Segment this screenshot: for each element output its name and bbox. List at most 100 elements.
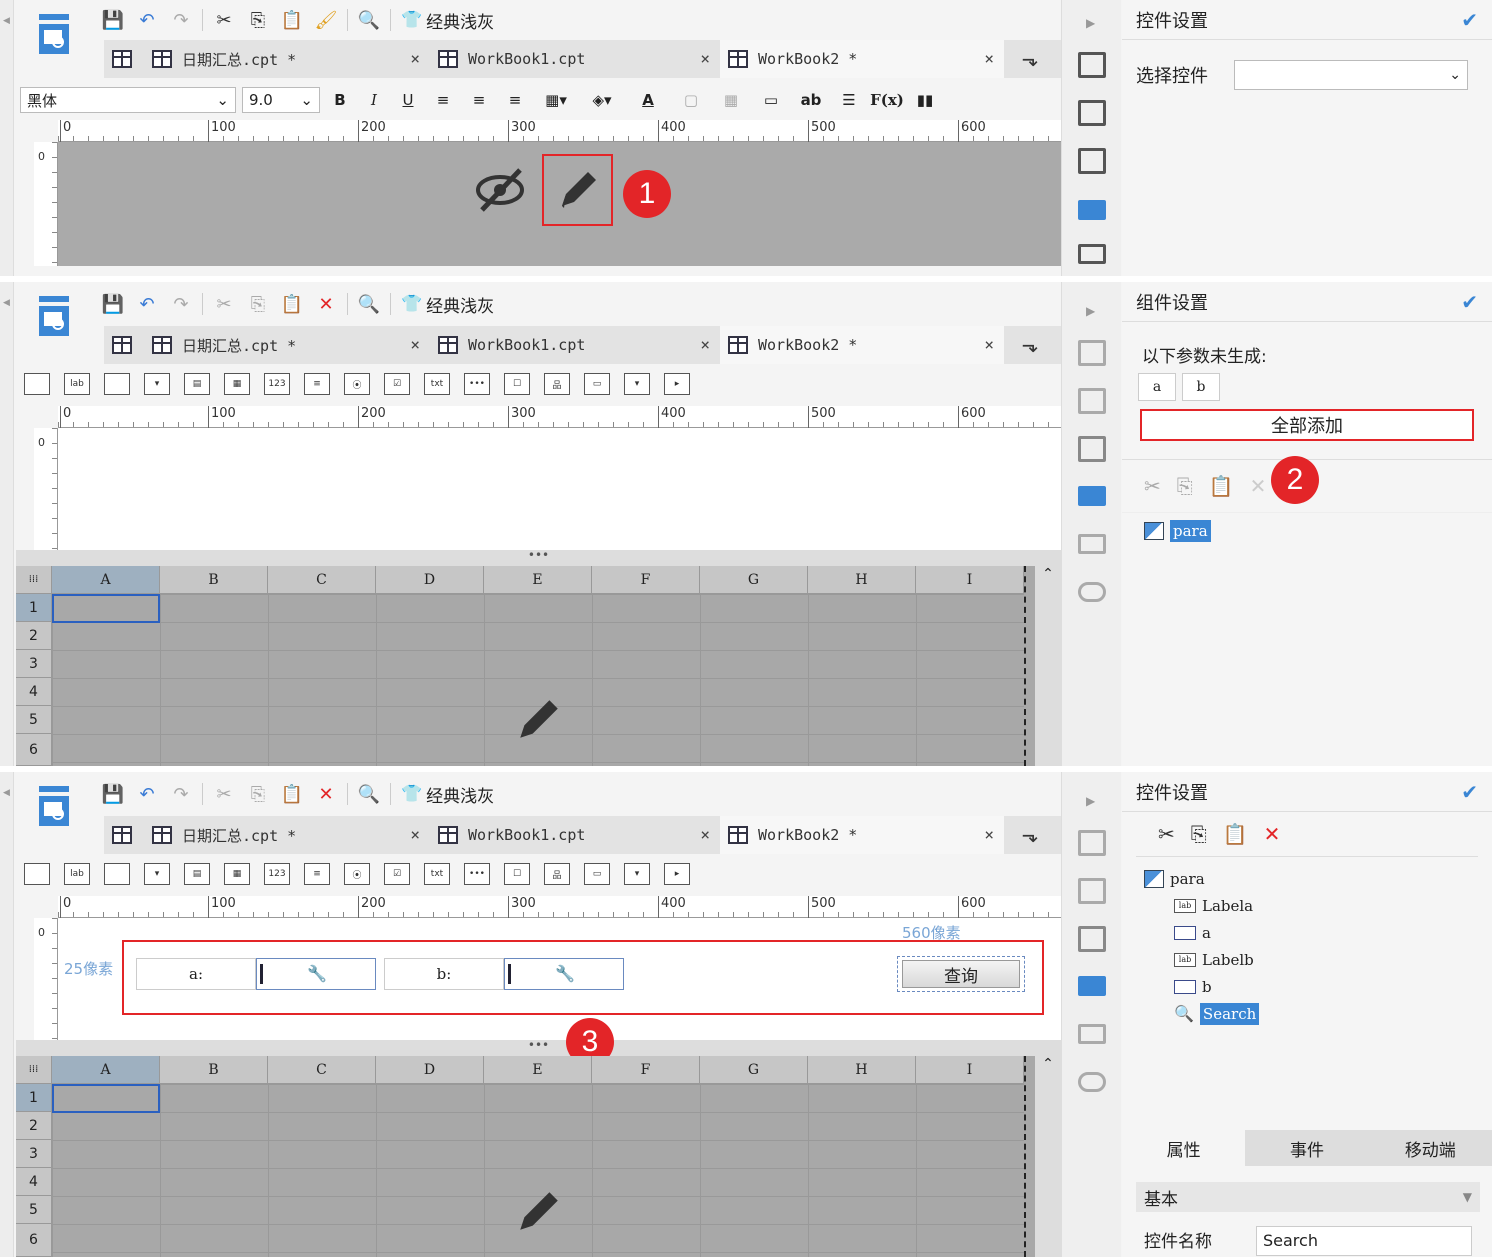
tree-node-a[interactable]: a [1144,919,1470,946]
save-icon[interactable]: 💾 [96,6,130,34]
row-header[interactable]: 5 [16,1196,52,1224]
expand-icon[interactable]: ▶ [1086,16,1095,30]
float-element-icon[interactable] [1078,926,1106,952]
row-header[interactable]: 2 [16,622,52,650]
cell-attr-icon[interactable] [1078,830,1106,856]
tab-workbook1[interactable]: WorkBook1.cpt × [430,816,720,854]
close-icon[interactable]: × [984,825,994,844]
tab-workbook2[interactable]: WorkBook2 * × [720,326,1004,364]
tab-workbook1[interactable]: WorkBook1.cpt × [430,326,720,364]
close-icon[interactable]: × [700,335,710,354]
label-b[interactable]: b: [384,958,504,990]
condition-icon[interactable] [1078,1024,1106,1044]
edit-pencil-icon[interactable] [514,694,564,744]
list-widget-icon[interactable]: ▭ [584,373,610,395]
label-widget-icon[interactable]: lab [64,373,90,395]
undo-icon[interactable]: ↶ [130,290,164,318]
tab-date-summary[interactable]: 日期汇总.cpt * × [144,326,430,364]
italic-button[interactable]: I [360,91,388,109]
copy-icon[interactable]: ⎘ [1191,822,1207,846]
calendar-widget-icon[interactable]: ▦ [224,373,250,395]
tab-workbook1[interactable]: WorkBook1.cpt × [430,40,720,78]
collapse-check-icon[interactable]: ✔ [1461,8,1478,32]
dropdown-widget-icon[interactable]: ▾ [624,863,650,885]
number-widget-icon[interactable]: 123 [264,863,290,885]
column-header[interactable]: C [268,566,376,594]
align-right-icon[interactable]: ≡ [500,91,530,109]
cell-element-icon[interactable] [1078,388,1106,414]
sheet-icon[interactable] [104,816,144,854]
redo-icon[interactable]: ↷ [164,780,198,808]
password-widget-icon[interactable]: ••• [464,373,490,395]
tree-node-labelb[interactable]: lab Labelb [1144,946,1470,973]
font-color-button[interactable]: A [628,91,668,109]
save-icon[interactable]: 💾 [96,290,130,318]
column-header[interactable]: G [700,566,808,594]
tree-node-labela[interactable]: lab Labela [1144,892,1470,919]
delete-icon[interactable]: ✕ [309,290,343,318]
calendar-widget-icon[interactable]: ▦ [224,863,250,885]
param-chip[interactable]: a [1138,373,1176,401]
tab-workbook2[interactable]: WorkBook2 * × [720,40,1004,78]
tree-widget-icon[interactable]: 品 [544,863,570,885]
column-header[interactable]: B [160,1056,268,1084]
tab-date-summary[interactable]: 日期汇总.cpt * × [144,816,430,854]
edit-pencil-icon[interactable] [554,166,602,214]
dropdown-widget-icon[interactable]: ▾ [624,373,650,395]
basic-section-header[interactable]: 基本 ▼ [1136,1182,1480,1212]
sheet-icon[interactable] [104,326,144,364]
undo-icon[interactable]: ↶ [130,6,164,34]
tab-menu-icon[interactable]: ⬎ [1004,816,1056,854]
add-all-button[interactable]: 全部添加 [1140,409,1474,441]
report-logo-icon[interactable] [36,784,72,830]
label-a[interactable]: a: [136,958,256,990]
param-chip[interactable]: b [1182,373,1220,401]
underline-button[interactable]: U [394,91,422,109]
row-header[interactable]: 6 [16,734,52,766]
cut-icon[interactable]: ✂ [1158,822,1175,846]
column-header[interactable]: F [592,566,700,594]
column-header[interactable]: E [484,566,592,594]
condition-icon[interactable] [1078,244,1106,264]
undo-icon[interactable]: ↶ [130,780,164,808]
selected-cell-a1[interactable] [52,1084,160,1113]
tab-workbook2[interactable]: WorkBook2 * × [720,816,1004,854]
paste-icon[interactable]: 📋 [1209,474,1234,498]
row-header[interactable]: 3 [16,650,52,678]
checkbox-widget-icon[interactable]: ☐ [504,373,530,395]
more-widgets-icon[interactable]: ▸ [664,373,690,395]
redo-icon[interactable]: ↷ [164,6,198,34]
text-widget-icon[interactable]: txt [424,863,450,885]
theme-button[interactable]: 👕 经典浅灰 [395,782,500,807]
number-widget-icon[interactable]: 123 [264,373,290,395]
close-icon[interactable]: × [700,825,710,844]
radio-group-icon[interactable]: ⦿ [344,863,370,885]
sheet-icon[interactable] [104,40,144,78]
param-b-field[interactable]: 🔧 [504,958,624,990]
paste-icon[interactable]: 📋 [275,6,309,34]
paste-icon[interactable]: 📋 [275,290,309,318]
bold-button[interactable]: B [326,91,354,109]
tree-node-b[interactable]: b [1144,973,1470,1000]
tab-menu-icon[interactable]: ⬎ [1004,40,1056,78]
textarea-widget-icon[interactable]: ≡ [304,373,330,395]
radio-group-icon[interactable]: ⦿ [344,373,370,395]
column-header[interactable]: F [592,1056,700,1084]
checkbox-widget-icon[interactable]: ☐ [504,863,530,885]
select-all-corner[interactable]: ⁞⁞⁞ [16,566,52,594]
report-logo-icon[interactable] [36,294,72,340]
float-element-icon[interactable] [1078,436,1106,462]
widget-name-input[interactable]: Search [1256,1226,1472,1256]
combobox-widget-icon[interactable]: ▾ [144,863,170,885]
fill-color-icon[interactable]: ◈▾ [582,91,622,109]
tree-widget-icon[interactable]: 品 [544,373,570,395]
textfield-widget-icon[interactable] [104,863,130,885]
merge-icon[interactable]: ▢ [674,91,708,109]
column-header[interactable]: H [808,1056,916,1084]
expand-icon[interactable]: ▶ [1086,794,1095,808]
column-header[interactable]: A [52,1056,160,1084]
button-widget-icon[interactable] [24,863,50,885]
column-header[interactable]: D [376,1056,484,1084]
textfield-widget-icon[interactable] [104,373,130,395]
textfield-icon[interactable]: ▭ [754,91,788,109]
